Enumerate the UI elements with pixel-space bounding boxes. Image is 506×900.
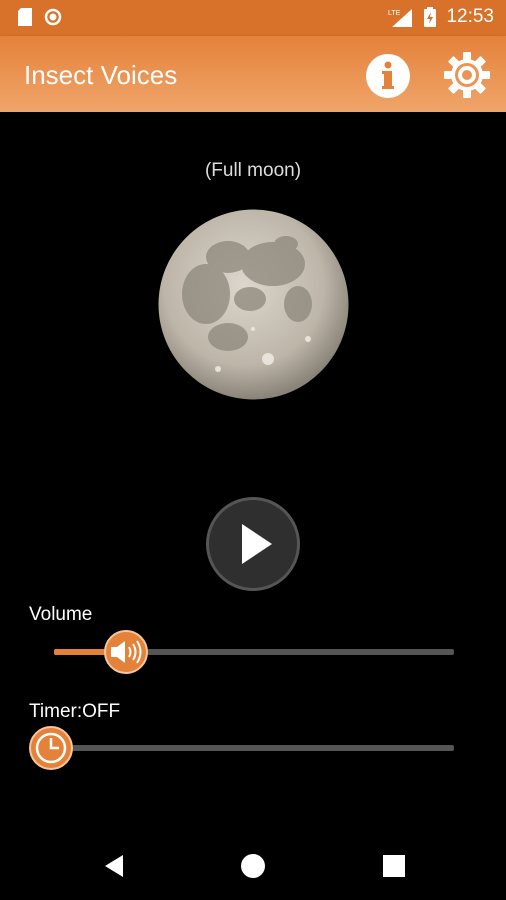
app-bar: Insect Voices [0,36,506,112]
svg-text:LTE: LTE [388,10,401,17]
lte-signal-icon: LTE [388,9,413,27]
home-icon[interactable] [240,853,266,879]
volume-label: Volume [29,604,93,625]
clock-icon [35,732,67,764]
clock: 12:53 [446,6,494,27]
app-title: Insect Voices [24,60,178,90]
recents-icon[interactable] [382,854,406,878]
full-moon-image [158,209,349,400]
back-icon[interactable] [101,853,127,879]
navigation-bar [0,826,506,900]
sd-card-icon [18,8,32,26]
play-button[interactable] [206,497,300,591]
timer-slider-track[interactable] [51,745,454,751]
speaker-volume-icon [111,640,142,664]
settings-gear-icon[interactable] [443,51,491,99]
status-bar: LTE 12:53 [0,0,506,36]
moon-phase-label: (Full moon) [204,160,302,181]
info-icon[interactable] [365,53,411,99]
battery-charging-icon [424,7,437,27]
volume-slider-thumb[interactable] [104,630,148,674]
circle-notification-icon [44,8,62,26]
timer-slider-thumb[interactable] [29,726,73,770]
timer-label: Timer:OFF [29,701,121,722]
play-icon [242,524,272,564]
